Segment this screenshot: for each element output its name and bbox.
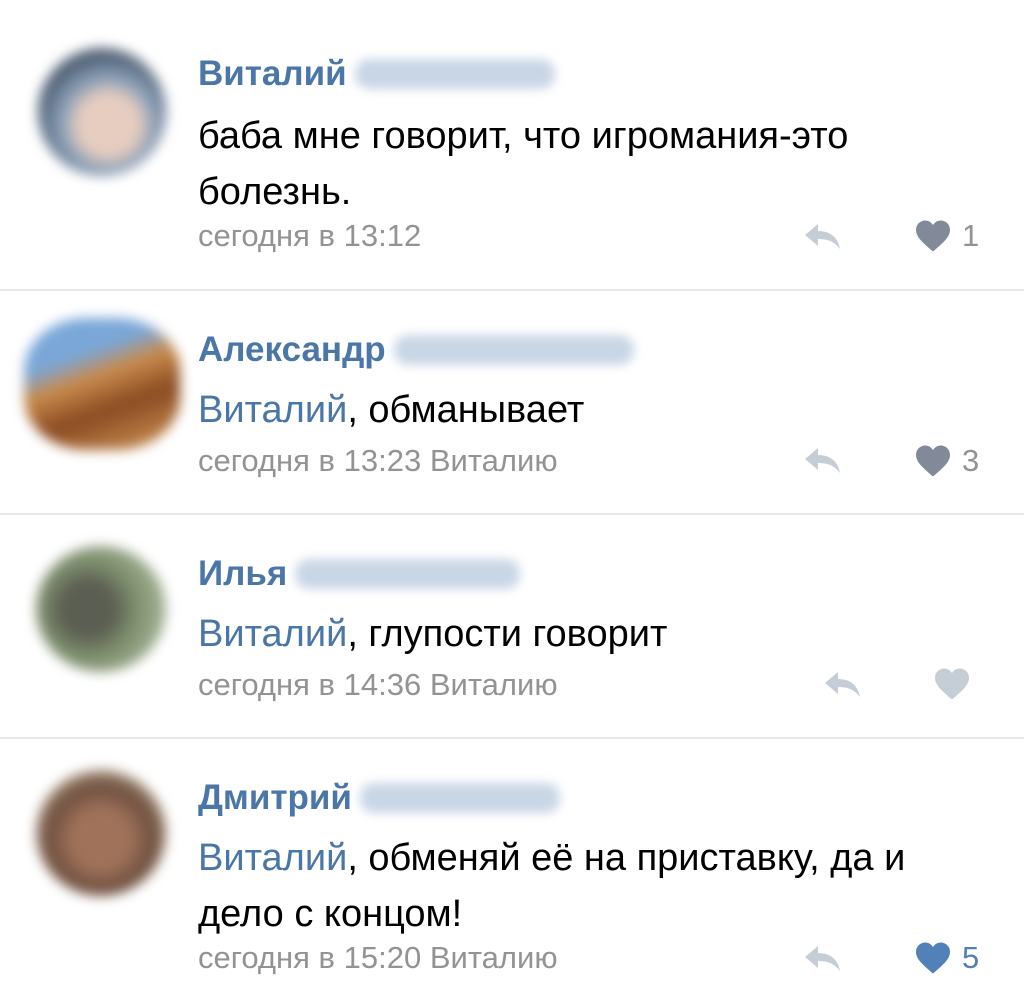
redacted-surname bbox=[354, 59, 555, 89]
like-button[interactable] bbox=[933, 667, 981, 701]
like-count: 5 bbox=[962, 940, 980, 975]
comment-text: Виталий, обманывает bbox=[198, 389, 585, 431]
comment-header: Виталий bbox=[198, 54, 555, 94]
comment-header: Дмитрий bbox=[198, 778, 560, 818]
redacted-surname bbox=[359, 783, 560, 813]
mention-link[interactable]: Виталий bbox=[198, 613, 347, 655]
comment-text: Виталий, обменяй её на приставку, да и д… bbox=[198, 837, 906, 935]
author-name[interactable]: Дмитрий bbox=[198, 778, 352, 818]
comment-text: баба мне говорит, что игромания-это боле… bbox=[198, 115, 849, 213]
heart-icon bbox=[916, 942, 950, 974]
avatar[interactable] bbox=[38, 48, 166, 176]
reply-to-link[interactable]: Виталию bbox=[430, 940, 558, 975]
redacted-surname bbox=[295, 559, 521, 589]
author-name[interactable]: Илья bbox=[198, 554, 287, 594]
comment-header: Илья bbox=[198, 554, 521, 594]
comment-text: Виталий, глупости говорит bbox=[198, 613, 668, 655]
divider bbox=[0, 737, 1024, 739]
reply-arrow-icon[interactable] bbox=[802, 220, 842, 252]
avatar[interactable] bbox=[36, 546, 166, 672]
comment-timestamp[interactable]: сегодня в 14:36 Виталию bbox=[198, 667, 558, 703]
reply-arrow-icon[interactable] bbox=[822, 668, 862, 700]
heart-icon bbox=[916, 445, 950, 477]
comment-header: Александр bbox=[198, 330, 634, 370]
author-name[interactable]: Александр bbox=[198, 330, 386, 370]
comments-list: Виталий баба мне говорит, что игромания-… bbox=[0, 0, 1024, 1000]
like-count: 3 bbox=[962, 443, 980, 478]
divider bbox=[0, 513, 1024, 515]
comment-item: Виталий баба мне говорит, что игромания-… bbox=[0, 0, 1024, 290]
avatar[interactable] bbox=[36, 770, 166, 896]
comment-timestamp[interactable]: сегодня в 13:23 Виталию bbox=[198, 443, 558, 479]
like-button[interactable]: 5 bbox=[914, 940, 979, 976]
mention-link[interactable]: Виталий bbox=[198, 837, 347, 879]
reply-to-link[interactable]: Виталию bbox=[430, 443, 558, 478]
heart-icon bbox=[916, 220, 950, 252]
like-button[interactable]: 1 bbox=[914, 218, 979, 254]
reply-to-link[interactable]: Виталию bbox=[430, 667, 558, 702]
author-name[interactable]: Виталий bbox=[198, 54, 347, 94]
heart-icon bbox=[935, 668, 969, 700]
avatar[interactable] bbox=[24, 318, 180, 450]
reply-arrow-icon[interactable] bbox=[802, 444, 842, 476]
like-button[interactable]: 3 bbox=[914, 443, 979, 479]
like-count: 1 bbox=[962, 218, 980, 253]
comment-timestamp[interactable]: сегодня в 13:12 bbox=[198, 218, 421, 254]
redacted-surname bbox=[393, 335, 634, 365]
comment-timestamp[interactable]: сегодня в 15:20 Виталию bbox=[198, 940, 558, 976]
mention-link[interactable]: Виталий bbox=[198, 389, 347, 431]
reply-arrow-icon[interactable] bbox=[802, 942, 842, 974]
